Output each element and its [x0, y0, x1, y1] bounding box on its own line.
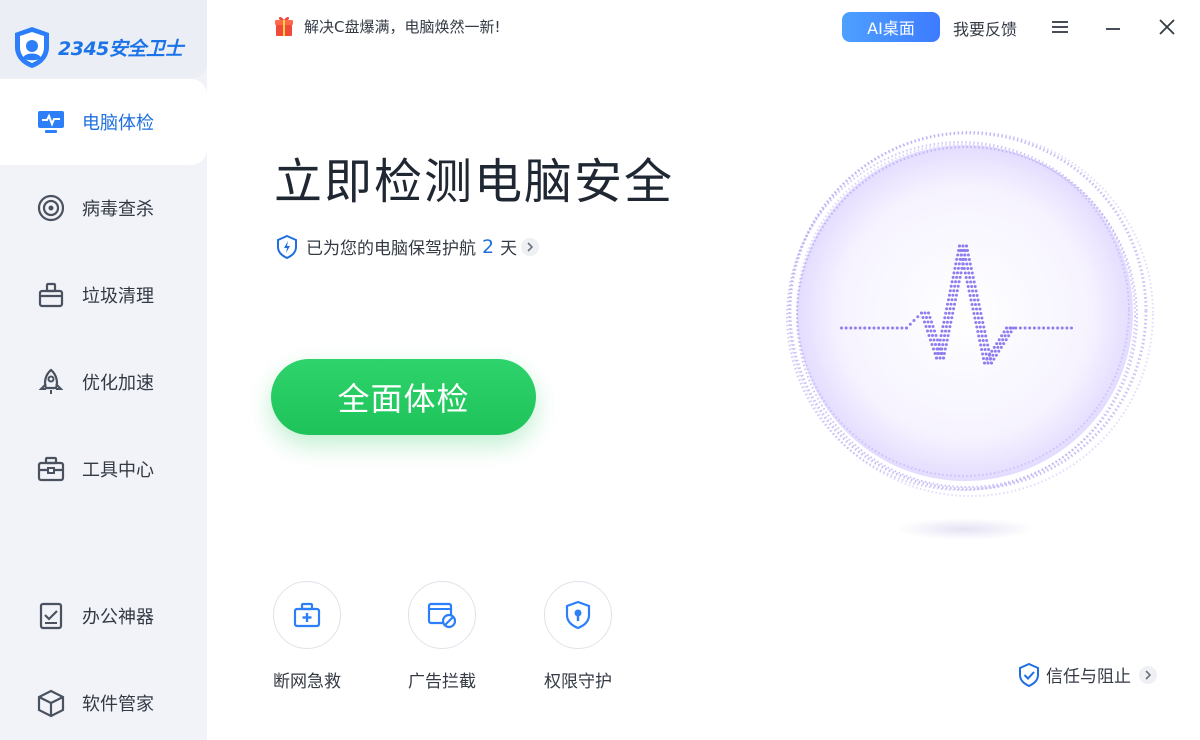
- logo-text: 2345安全卫士: [58, 38, 183, 60]
- trash-bin-icon: [36, 280, 66, 310]
- sidebar-item-optimize[interactable]: 优化加速: [0, 339, 207, 425]
- ai-desktop-button[interactable]: AI桌面: [842, 12, 940, 42]
- orb-shadow: [895, 518, 1035, 540]
- sidebar-item-virus-scan[interactable]: 病毒查杀: [0, 165, 207, 251]
- first-aid-icon: [293, 602, 321, 628]
- protection-days-link[interactable]: 已为您的电脑保驾护航 2 天: [276, 234, 540, 259]
- protect-days: 2: [482, 235, 495, 258]
- sidebar: 2345安全卫士 电脑体检 病毒查杀 垃圾清理 优化加速 工具中心 办公神器 软…: [0, 0, 207, 740]
- tool-label: 权限守护: [544, 672, 612, 692]
- sidebar-item-tool-center[interactable]: 工具中心: [0, 426, 207, 512]
- minimize-button[interactable]: [1098, 12, 1128, 42]
- checklist-icon: [36, 601, 66, 631]
- ad-block-icon: [427, 602, 457, 629]
- toolbox-icon: [36, 454, 66, 484]
- sidebar-item-label: 工具中心: [82, 460, 154, 481]
- shield-key-icon: [565, 600, 591, 630]
- tool-icon-circle: [273, 581, 341, 649]
- full-scan-button[interactable]: 全面体检: [271, 359, 536, 435]
- tool-icon-circle: [408, 581, 476, 649]
- target-icon: [36, 193, 66, 223]
- sidebar-item-pc-checkup[interactable]: 电脑体检: [0, 79, 207, 165]
- trust-label: 信任与阻止: [1046, 667, 1131, 687]
- minimize-icon: [1106, 28, 1120, 30]
- close-button[interactable]: [1152, 12, 1182, 42]
- protect-suffix: 天: [500, 239, 518, 259]
- close-icon: [1159, 19, 1175, 35]
- tool-permission-guard[interactable]: 权限守护: [533, 581, 623, 692]
- chevron-right-icon: [521, 237, 540, 256]
- chevron-right-icon: [1139, 665, 1157, 684]
- tool-network-rescue[interactable]: 断网急救: [262, 581, 352, 692]
- tool-ad-block[interactable]: 广告拦截: [397, 581, 487, 692]
- monitor-pulse-icon: [36, 107, 66, 137]
- box-icon: [36, 688, 66, 718]
- tool-icon-circle: [544, 581, 612, 649]
- trust-and-block-link[interactable]: 信任与阻止: [1018, 662, 1157, 687]
- shield-lightning-icon: [277, 234, 297, 259]
- sidebar-item-label: 电脑体检: [82, 113, 154, 134]
- sidebar-item-label: 垃圾清理: [82, 286, 154, 307]
- logo-shield-icon: [15, 27, 49, 68]
- shield-check-icon: [1019, 662, 1039, 687]
- menu-button[interactable]: [1045, 12, 1075, 42]
- feedback-link[interactable]: 我要反馈: [953, 16, 1017, 40]
- sidebar-item-label: 软件管家: [82, 694, 154, 715]
- logo-area: 2345安全卫士: [0, 0, 207, 78]
- sidebar-item-label: 优化加速: [82, 373, 154, 394]
- sidebar-item-label: 办公神器: [82, 607, 154, 628]
- rocket-icon: [36, 367, 66, 397]
- pulse-orb-illustration: [786, 131, 1154, 497]
- sidebar-item-office-tools[interactable]: 办公神器: [0, 573, 207, 659]
- hamburger-icon: [1052, 21, 1068, 33]
- page-title: 立即检测电脑安全: [274, 154, 675, 210]
- sidebar-item-label: 病毒查杀: [82, 199, 154, 220]
- tool-label: 广告拦截: [408, 672, 476, 692]
- protect-prefix: 已为您的电脑保驾护航: [306, 239, 476, 259]
- promo-link[interactable]: 解决C盘爆满，电脑焕然一新!: [304, 16, 501, 37]
- tool-label: 断网急救: [273, 672, 341, 692]
- gift-icon: [275, 16, 293, 36]
- sidebar-item-junk-clean[interactable]: 垃圾清理: [0, 252, 207, 338]
- sidebar-item-software-manager[interactable]: 软件管家: [0, 660, 207, 740]
